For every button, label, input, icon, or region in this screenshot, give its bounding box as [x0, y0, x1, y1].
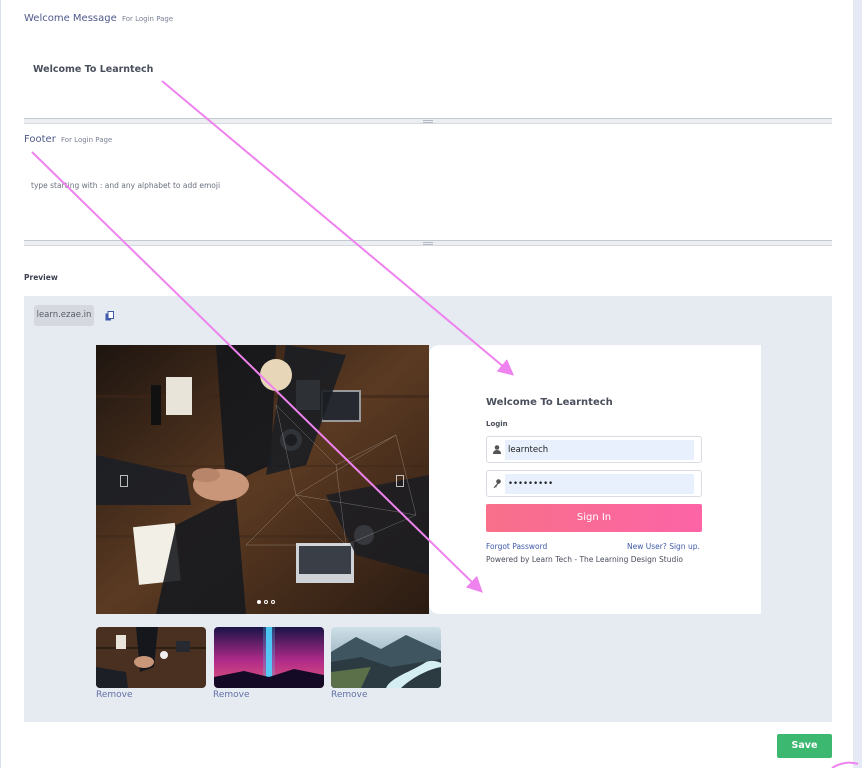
preview-panel: learn.ezae.in Welcome To Learntech Login… — [24, 296, 832, 722]
thumbnail-team-hands[interactable] — [96, 627, 206, 688]
neon-light-image — [214, 627, 324, 688]
sign-up-link[interactable]: New User? Sign up. — [627, 542, 700, 551]
thumbnail-mountain-river[interactable] — [331, 627, 441, 688]
team-hands-image — [96, 627, 206, 688]
welcome-editor-text[interactable]: Welcome To Learntech — [33, 64, 153, 75]
resize-grip-icon[interactable] — [423, 242, 433, 245]
key-icon — [493, 479, 501, 488]
sign-in-button[interactable]: Sign In — [486, 504, 702, 532]
welcome-editor-resize-bar[interactable] — [24, 119, 832, 124]
footer-title: Footer — [24, 134, 56, 145]
carousel-dot[interactable] — [257, 600, 261, 604]
remove-thumbnail-link[interactable]: Remove — [331, 690, 368, 700]
footer-editor-resize-bar[interactable] — [24, 241, 832, 246]
user-icon — [493, 445, 501, 454]
preview-label: Preview — [24, 273, 58, 282]
copy-icon[interactable] — [105, 311, 114, 321]
remove-thumbnail-link[interactable]: Remove — [213, 690, 250, 700]
login-label: Login — [486, 420, 508, 428]
carousel-image[interactable] — [96, 345, 429, 614]
meeting-table-image — [96, 345, 429, 614]
url-chip: learn.ezae.in — [34, 305, 94, 326]
username-field[interactable]: learntech — [486, 436, 702, 463]
login-card: Welcome To Learntech Login learntech •••… — [429, 345, 761, 614]
remove-thumbnail-link[interactable]: Remove — [96, 690, 133, 700]
carousel-dot[interactable] — [271, 600, 275, 604]
welcome-subtitle: For Login Page — [121, 15, 174, 23]
welcome-editor[interactable]: Welcome To Learntech — [24, 40, 832, 126]
carousel-dot[interactable] — [264, 600, 268, 604]
login-title: Welcome To Learntech — [486, 397, 613, 408]
forgot-password-link[interactable]: Forgot Password — [486, 542, 547, 551]
powered-by-text: Powered by Learn Tech - The Learning Des… — [486, 555, 683, 564]
password-input[interactable]: ••••••••• — [505, 474, 694, 494]
footer-subtitle: For Login Page — [61, 136, 113, 144]
carousel-next-button[interactable] — [396, 475, 404, 487]
welcome-section-title: Welcome Message For Login Page — [24, 13, 173, 24]
username-input[interactable]: learntech — [505, 440, 694, 460]
carousel-prev-button[interactable] — [120, 475, 128, 487]
thumbnail-neon-light[interactable] — [214, 627, 324, 688]
footer-editor[interactable]: type starting with : and any alphabet to… — [24, 160, 832, 248]
password-field[interactable]: ••••••••• — [486, 470, 702, 497]
carousel-dots — [257, 589, 278, 608]
mountain-river-image — [331, 627, 441, 688]
resize-grip-icon[interactable] — [423, 120, 433, 123]
footer-section-title: Footer For Login Page — [24, 134, 112, 145]
page-scrollbar[interactable] — [853, 0, 862, 768]
login-page-settings: Welcome Message For Login Page Welcome T… — [0, 0, 853, 768]
footer-editor-placeholder[interactable]: type starting with : and any alphabet to… — [31, 181, 220, 190]
welcome-title: Welcome Message — [24, 13, 117, 24]
save-button[interactable]: Save — [777, 734, 832, 758]
